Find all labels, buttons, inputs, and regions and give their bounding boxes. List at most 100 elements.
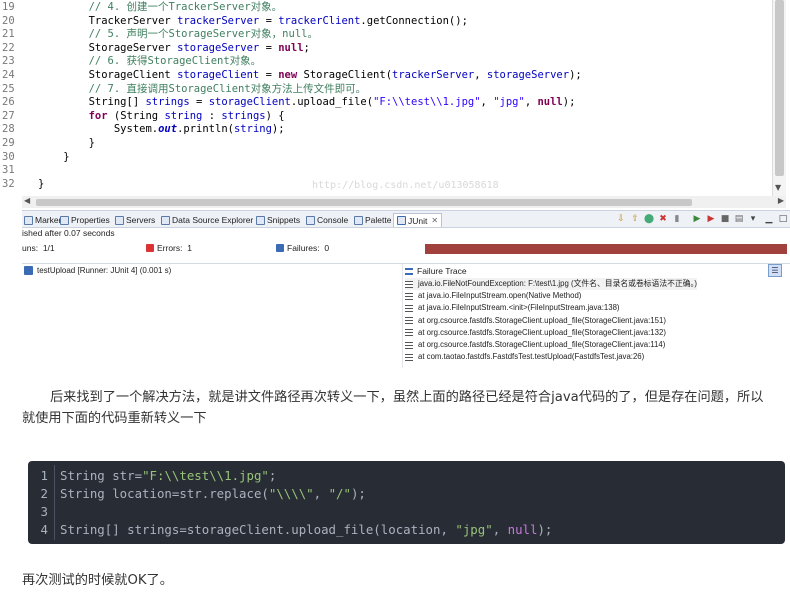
tab-console[interactable]: Console [306,213,348,227]
junit-icon [397,216,406,225]
previous-failure-icon[interactable]: ⇧ [630,214,640,224]
trace-line[interactable]: java.io.FileNotFoundException: F:\test\1… [405,278,698,290]
trace-line[interactable]: at java.io.FileInputStream.open(Native M… [405,290,581,302]
show-failures-only-icon[interactable]: ✖ [658,214,668,224]
junit-status: ished after 0.07 seconds [22,228,115,238]
code-line: 31 [0,163,770,177]
database-icon [161,215,170,225]
filter-stack-trace-button[interactable]: ☰ [768,264,782,277]
properties-icon [60,215,69,225]
scroll-down-icon[interactable]: ▼ [775,183,781,192]
code-token: System. [38,123,159,136]
trace-line[interactable]: at org.csource.fastdfs.StorageClient.upl… [405,327,666,339]
code-token: out [158,123,178,136]
tab-snippets[interactable]: Snippets [256,213,300,227]
test-item[interactable]: testUpload [Runner: JUnit 4] (0.001 s) [24,266,171,275]
code-line: 23 // 6. 获得StorageClient对象。 [0,54,770,68]
code-token: trackerClient [278,14,361,27]
maximize-icon[interactable]: □ [778,214,788,224]
code-token: ); [537,522,553,537]
code-token: ); [569,69,582,81]
code-token: ; [268,468,277,483]
scroll-left-icon[interactable]: ◀ [24,196,30,205]
servers-icon [115,215,124,225]
trace-line[interactable]: at org.csource.fastdfs.StorageClient.upl… [405,315,666,327]
code-token: "/" [328,486,351,501]
line-number: 23 [2,55,15,68]
code-token: // 7. 直接调用StorageClient对象方法上传文件即可。 [88,82,367,95]
stop-icon[interactable]: ■ [720,214,730,224]
code-token: storageServer [486,69,570,81]
code-token: "F:\\test\\1.jpg" [373,96,481,109]
code-line: 24 StorageClient storageClient = new Sto… [0,68,770,82]
junit-panel: ished after 0.07 seconds uns: 1/1 Errors… [22,228,790,368]
code-token: StorageServer [38,41,178,54]
trace-line[interactable]: at java.io.FileInputStream.<init>(FileIn… [405,302,620,314]
code-block-line: 4 String[] strings=storageClient.upload_f… [28,521,785,539]
close-icon[interactable]: ✕ [431,214,438,228]
code-token: storageClient [177,69,260,81]
code-token: String[] strings=storageClient.upload_fi… [60,522,456,537]
code-token: } [38,150,70,163]
line-number: 22 [2,41,15,54]
code-token: trackerServer [177,14,260,27]
tab-junit[interactable]: JUnit ✕ [393,213,443,228]
rerun-failed-first-icon[interactable]: ▶ [706,214,716,224]
code-token: null [507,522,538,537]
code-text: StorageClient storageClient = new Storag… [38,68,582,82]
code-token: new [278,69,298,81]
failure-trace-header: Failure Trace [403,264,790,278]
trace-text: at org.csource.fastdfs.StorageClient.upl… [418,327,666,337]
line-number: 19 [2,1,15,13]
history-icon[interactable]: ⬤ [644,214,654,224]
trace-line[interactable]: at org.csource.fastdfs.StorageClient.upl… [405,339,665,351]
code-text: // 6. 获得StorageClient对象。 [38,54,262,68]
code-text: String[] strings=storageClient.upload_fi… [60,521,552,539]
editor-horizontal-scrollbar[interactable]: ◀ ▶ [22,196,786,208]
error-icon [146,244,154,252]
code-block-line: 2 String location=str.replace("\\\\", "/"… [28,485,785,503]
code-line: 26 String[] strings = storageClient.uplo… [0,95,770,109]
line-number: 27 [2,109,15,122]
code-text: String str="F:\\test\\1.jpg"; [60,467,276,485]
scroll-lock-icon[interactable]: ▮ [672,214,682,224]
scroll-thumb[interactable] [775,0,784,176]
stack-frame-icon [405,329,413,337]
tab-palette[interactable]: Palette [354,213,391,227]
scroll-thumb[interactable] [36,199,692,206]
tab-servers[interactable]: Servers [115,213,155,227]
line-number: 1 [40,468,48,483]
failures-counter: Failures: 0 [276,243,329,253]
test-run-history-icon[interactable]: ▤ [734,214,744,224]
view-menu-icon[interactable]: ▾ [748,214,758,224]
next-failure-icon[interactable]: ⇩ [616,214,626,224]
rerun-test-icon[interactable]: ▶ [692,214,702,224]
trace-text: at org.csource.fastdfs.StorageClient.upl… [418,315,666,325]
minimize-icon[interactable]: ▁ [764,214,774,224]
scroll-right-icon[interactable]: ▶ [778,196,784,205]
line-number: 28 [2,123,15,136]
trace-text: at com.taotao.fastdfs.FastdfsTest.testUp… [418,352,645,362]
code-token: storageClient [208,96,291,109]
code-text: // 7. 直接调用StorageClient对象方法上传文件即可。 [38,82,367,96]
code-token: String location=str.replace( [60,486,269,501]
tab-properties[interactable]: Properties [60,213,110,227]
stack-frame-icon [405,341,413,349]
code-line: 29 } [0,136,770,150]
errors-counter: Errors: 1 [146,243,192,253]
trace-line[interactable]: at com.taotao.fastdfs.FastdfsTest.testUp… [405,351,644,363]
code-editor[interactable]: 19 // 4. 创建一个TrackerServer对象。 20 TrackerS… [0,0,790,196]
code-token: TrackerServer [38,14,178,27]
tab-data-source-explorer[interactable]: Data Source Explorer [161,213,253,227]
editor-vertical-scrollbar[interactable]: ▼ [772,0,786,196]
line-number: 31 [2,164,15,177]
console-icon [306,215,315,225]
code-token: = [259,41,279,54]
snippets-icon [256,215,265,225]
code-text: // 5. 声明一个StorageServer对象，null。 [38,27,318,41]
test-progress-bar [425,244,787,254]
line-number: 4 [40,522,48,537]
view-tab-bar: Markers Properties Servers Data Source E… [22,210,790,228]
